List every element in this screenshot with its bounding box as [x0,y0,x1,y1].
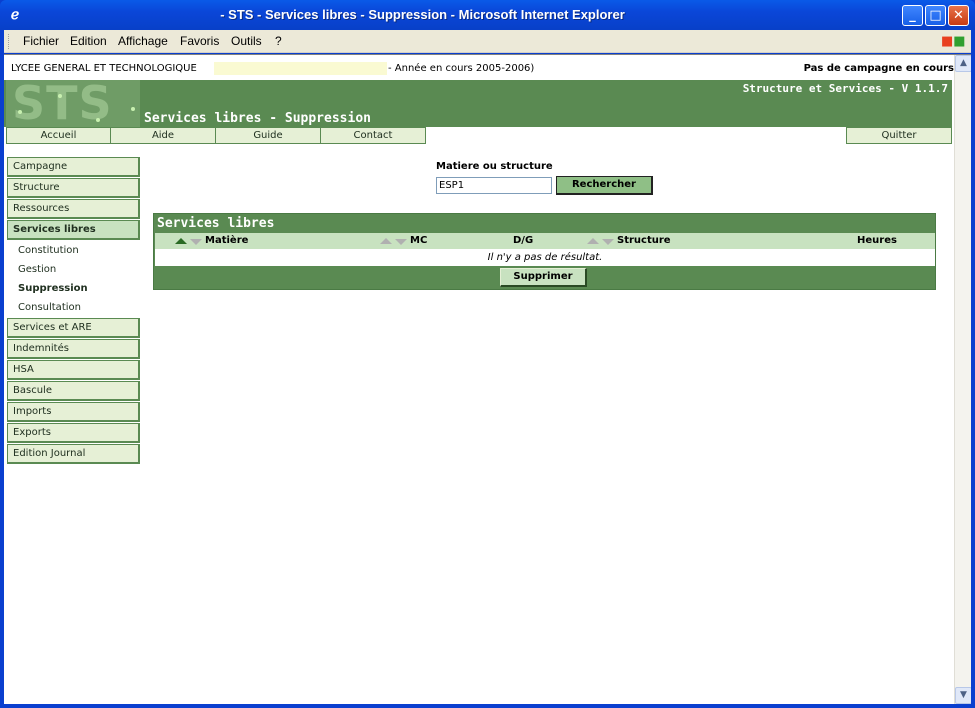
results-panel: Services libres Matière MC D/G Structure… [153,213,936,290]
sidebar-item-exports[interactable]: Exports [7,423,140,443]
sidebar-item-bascule[interactable]: Bascule [7,381,140,401]
menu-affichage[interactable]: Affichage [118,34,168,48]
campaign-status: Pas de campagne en cours [803,63,954,74]
toolbar-grip[interactable] [8,34,11,49]
menu-outils[interactable]: Outils [231,34,262,48]
sort-desc-icon[interactable] [602,239,614,245]
vertical-scrollbar[interactable]: ▲ ▼ [954,55,971,704]
results-title: Services libres [157,216,275,231]
nav-guide[interactable]: Guide [215,127,321,144]
sidebar-item-ressources[interactable]: Ressources [7,199,140,219]
nav-quitter[interactable]: Quitter [846,127,952,144]
browser-window: ℯ - STS - Services libres - Suppression … [0,0,975,708]
app-version: Structure et Services - V 1.1.7 [742,82,948,95]
sort-asc-icon[interactable] [175,238,187,244]
windows-logo-icon: ■■ [941,34,966,49]
maximize-button[interactable]: □ [925,5,946,26]
search-label: Matiere ou structure [436,161,553,172]
sidebar-item-structure[interactable]: Structure [7,178,140,198]
sidebar-subitem-constitution[interactable]: Constitution [18,245,79,256]
menu-bar: Fichier Edition Affichage Favoris Outils… [4,30,971,53]
column-matiere[interactable]: Matière [205,235,248,246]
sts-logo: STS [6,80,140,127]
page-content: LYCEE GENERAL ET TECHNOLOGIQUE - Année e… [4,54,971,704]
sidebar-subitem-suppression[interactable]: Suppression [18,283,88,294]
scroll-up-icon[interactable]: ▲ [955,55,971,72]
minimize-button[interactable]: _ [902,5,923,26]
menu-favoris[interactable]: Favoris [180,34,219,48]
column-structure[interactable]: Structure [617,235,671,246]
menu-edition[interactable]: Edition [70,34,107,48]
sidebar-item-indemnites[interactable]: Indemnités [7,339,140,359]
scroll-down-icon[interactable]: ▼ [955,687,971,704]
logo-dot [96,118,100,122]
sort-asc-icon[interactable] [380,238,392,244]
search-button[interactable]: Rechercher [556,176,653,195]
sidebar-item-services-libres[interactable]: Services libres [7,220,140,240]
page-title: Services libres - Suppression [144,111,371,126]
nav-contact[interactable]: Contact [320,127,426,144]
nav-aide[interactable]: Aide [110,127,216,144]
sidebar-item-imports[interactable]: Imports [7,402,140,422]
sort-desc-icon[interactable] [395,239,407,245]
sidebar-item-services-are[interactable]: Services et ARE [7,318,140,338]
top-navigation: Accueil Aide Guide Contact Quitter [4,127,952,144]
app-banner: STS Structure et Services - V 1.1.7 Serv… [4,80,952,127]
logo-dot [18,110,22,114]
close-button[interactable]: ✕ [948,5,969,26]
nav-accueil[interactable]: Accueil [6,127,111,144]
empty-result-message: Il n'y a pas de résultat. [155,249,935,266]
info-line: LYCEE GENERAL ET TECHNOLOGIQUE - Année e… [4,55,954,80]
sort-desc-icon[interactable] [190,239,202,245]
sidebar-item-hsa[interactable]: HSA [7,360,140,380]
school-year: - Année en cours 2005-2006) [388,63,535,74]
logo-dot [131,107,135,111]
title-bar: ℯ - STS - Services libres - Suppression … [0,0,975,30]
column-mc[interactable]: MC [410,235,427,246]
school-highlight [214,62,387,75]
search-input[interactable] [436,177,552,194]
column-dg: D/G [513,235,534,246]
logo-dot [58,94,62,98]
sidebar-item-edition-journal[interactable]: Edition Journal [7,444,140,464]
column-heures: Heures [857,235,897,246]
results-table-header: Matière MC D/G Structure Heures [155,233,935,249]
sidebar-subitem-consultation[interactable]: Consultation [18,302,81,313]
window-title: - STS - Services libres - Suppression - … [220,7,625,22]
menu-fichier[interactable]: Fichier [23,34,59,48]
sidebar-subitem-gestion[interactable]: Gestion [18,264,56,275]
sidebar-item-campagne[interactable]: Campagne [7,157,140,177]
delete-button[interactable]: Supprimer [500,268,587,287]
menu-help[interactable]: ? [275,34,282,48]
sort-asc-icon[interactable] [587,238,599,244]
school-name: LYCEE GENERAL ET TECHNOLOGIQUE [11,63,197,74]
